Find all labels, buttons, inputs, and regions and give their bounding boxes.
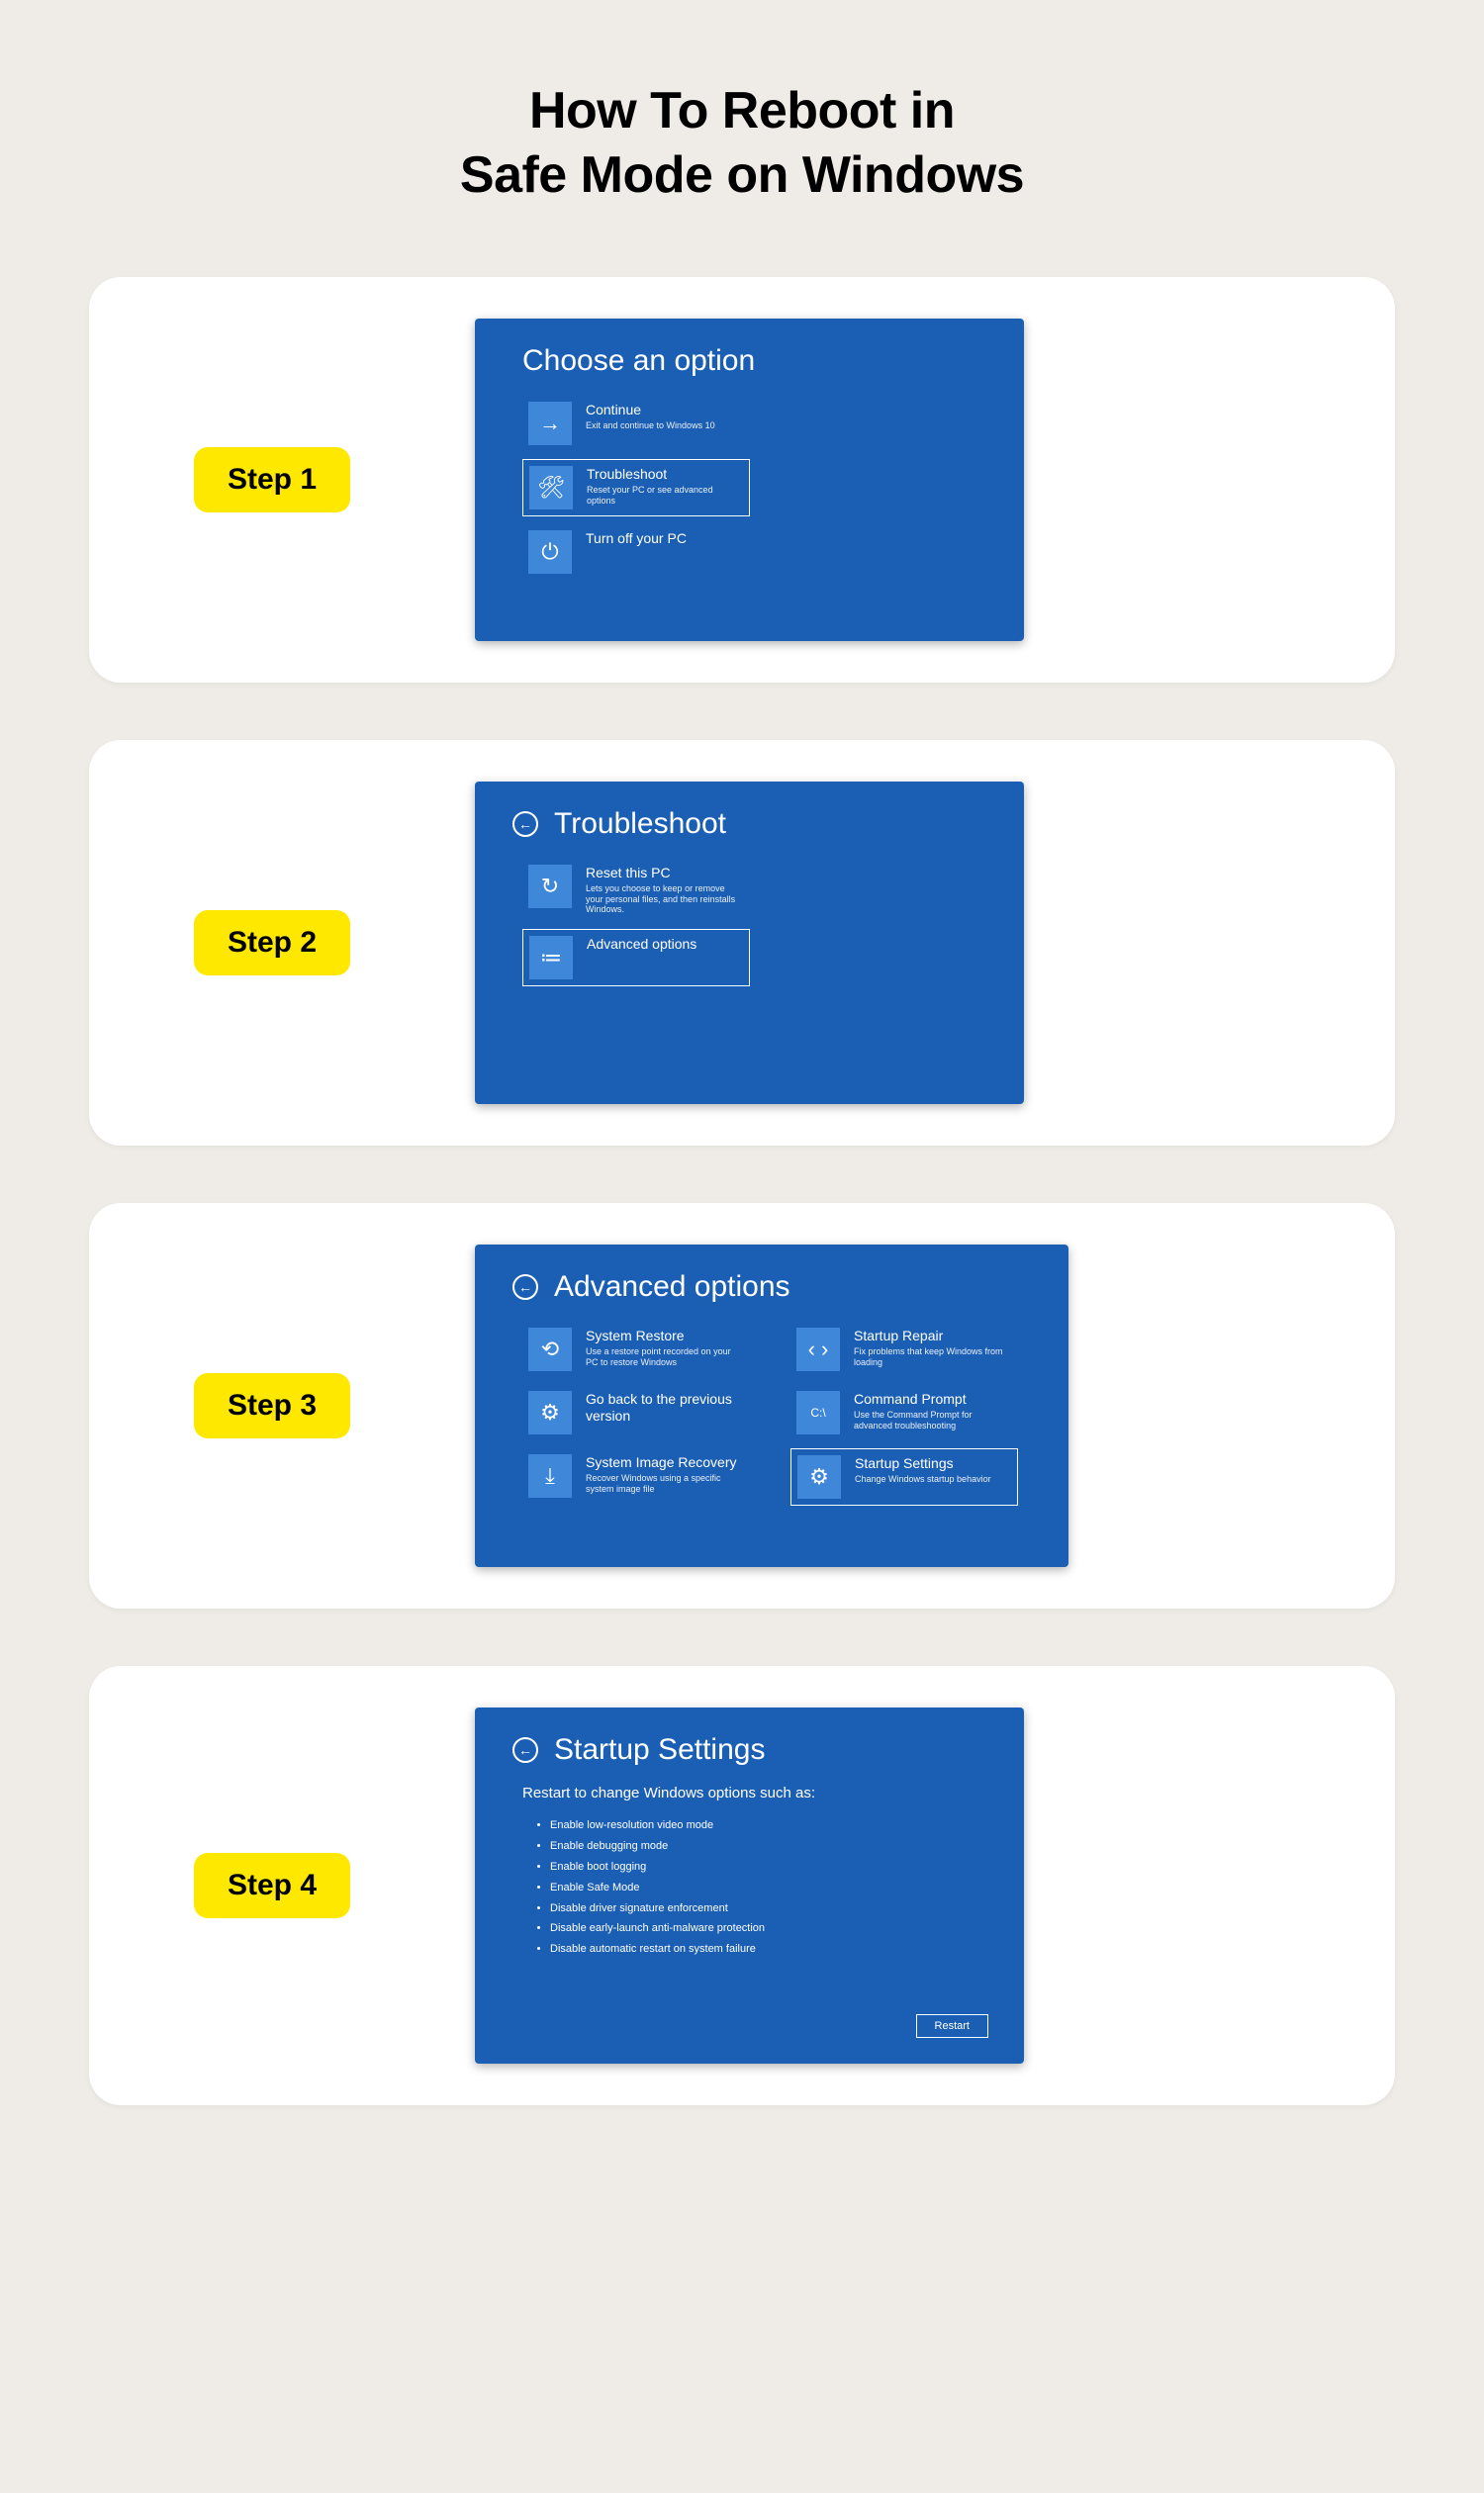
title-line-1: How To Reboot in — [529, 82, 955, 139]
option-reset-pc[interactable]: ↻ Reset this PC Lets you choose to keep … — [522, 859, 750, 921]
list-item: Enable low-resolution video mode — [550, 1815, 988, 1836]
option-system-image[interactable]: ⤓ System Image Recovery Recover Windows … — [522, 1448, 750, 1504]
option-reset-title: Reset this PC — [586, 865, 744, 881]
image-recovery-icon: ⤓ — [528, 1454, 572, 1498]
list-item: Disable automatic restart on system fail… — [550, 1939, 988, 1960]
advanced-options-title: Advanced options — [554, 1270, 790, 1304]
option-troubleshoot[interactable]: 🛠 Troubleshoot Reset your PC or see adva… — [522, 459, 750, 516]
back-icon[interactable]: ← — [512, 811, 538, 837]
choose-option-title: Choose an option — [522, 344, 755, 378]
option-startup-repair-sub: Fix problems that keep Windows from load… — [854, 1346, 1012, 1368]
step-3-badge: Step 3 — [194, 1373, 350, 1438]
option-troubleshoot-sub: Reset your PC or see advanced options — [587, 485, 743, 507]
advanced-options-screen: ← Advanced options ⟲ System Restore Use … — [475, 1245, 1068, 1567]
choose-option-screen: Choose an option → Continue Exit and con… — [475, 319, 1024, 641]
list-item: Enable Safe Mode — [550, 1878, 988, 1898]
option-startup-repair[interactable]: ‹ › Startup Repair Fix problems that kee… — [790, 1322, 1018, 1377]
option-go-back-title: Go back to the previous version — [586, 1391, 744, 1425]
list-item: Disable driver signature enforcement — [550, 1898, 988, 1919]
option-advanced-title: Advanced options — [587, 936, 696, 953]
step-2-badge: Step 2 — [194, 910, 350, 975]
option-reset-sub: Lets you choose to keep or remove your p… — [586, 883, 744, 915]
back-icon[interactable]: ← — [512, 1274, 538, 1300]
option-continue[interactable]: → Continue Exit and continue to Windows … — [522, 396, 750, 451]
tools-icon: 🛠 — [529, 466, 573, 509]
option-continue-title: Continue — [586, 402, 715, 418]
power-icon: ⏻ — [528, 530, 572, 574]
option-turn-off[interactable]: ⏻ Turn off your PC — [522, 524, 750, 580]
gear-icon: ⚙ — [528, 1391, 572, 1434]
option-system-restore[interactable]: ⟲ System Restore Use a restore point rec… — [522, 1322, 750, 1377]
option-system-restore-sub: Use a restore point recorded on your PC … — [586, 1346, 744, 1368]
step-4-badge: Step 4 — [194, 1853, 350, 1918]
refresh-icon: ↻ — [528, 865, 572, 908]
option-command-prompt-sub: Use the Command Prompt for advanced trou… — [854, 1410, 1012, 1431]
code-icon: ‹ › — [796, 1328, 840, 1371]
step-1-badge: Step 1 — [194, 447, 350, 512]
option-continue-sub: Exit and continue to Windows 10 — [586, 420, 715, 431]
option-system-image-sub: Recover Windows using a specific system … — [586, 1473, 744, 1495]
step-2-card: Step 2 ← Troubleshoot ↻ Reset this PC Le… — [89, 740, 1395, 1146]
prompt-icon: C:\ — [796, 1391, 840, 1434]
restore-icon: ⟲ — [528, 1328, 572, 1371]
option-startup-settings-sub: Change Windows startup behavior — [855, 1474, 991, 1485]
startup-settings-title: Startup Settings — [554, 1733, 765, 1767]
troubleshoot-title: Troubleshoot — [554, 807, 726, 841]
startup-options-list: Enable low-resolution video mode Enable … — [522, 1815, 988, 1960]
back-icon[interactable]: ← — [512, 1737, 538, 1763]
option-startup-settings[interactable]: ⚙ Startup Settings Change Windows startu… — [790, 1448, 1018, 1506]
option-turn-off-title: Turn off your PC — [586, 530, 687, 547]
step-1-card: Step 1 Choose an option → Continue Exit … — [89, 277, 1395, 683]
list-item: Disable early-launch anti-malware protec… — [550, 1918, 988, 1939]
startup-settings-screen: ← Startup Settings Restart to change Win… — [475, 1708, 1024, 2064]
option-system-image-title: System Image Recovery — [586, 1454, 744, 1471]
option-troubleshoot-title: Troubleshoot — [587, 466, 743, 483]
option-startup-repair-title: Startup Repair — [854, 1328, 1012, 1344]
option-go-back[interactable]: ⚙ Go back to the previous version — [522, 1385, 750, 1440]
restart-button[interactable]: Restart — [916, 2014, 988, 2038]
title-line-2: Safe Mode on Windows — [460, 146, 1024, 204]
gear-icon: ⚙ — [797, 1455, 841, 1499]
option-system-restore-title: System Restore — [586, 1328, 744, 1344]
page-title: How To Reboot in Safe Mode on Windows — [89, 79, 1395, 208]
list-item: Enable debugging mode — [550, 1836, 988, 1857]
option-startup-settings-title: Startup Settings — [855, 1455, 991, 1472]
arrow-right-icon: → — [528, 402, 572, 445]
troubleshoot-screen: ← Troubleshoot ↻ Reset this PC Lets you … — [475, 782, 1024, 1104]
option-command-prompt-title: Command Prompt — [854, 1391, 1012, 1408]
choose-option-header: Choose an option — [522, 344, 988, 378]
startup-settings-subhead: Restart to change Windows options such a… — [522, 1785, 988, 1801]
list-icon: ≔ — [529, 936, 573, 979]
option-command-prompt[interactable]: C:\ Command Prompt Use the Command Promp… — [790, 1385, 1018, 1440]
list-item: Enable boot logging — [550, 1857, 988, 1878]
option-advanced[interactable]: ≔ Advanced options — [522, 929, 750, 986]
step-3-card: Step 3 ← Advanced options ⟲ System Resto… — [89, 1203, 1395, 1609]
step-4-card: Step 4 ← Startup Settings Restart to cha… — [89, 1666, 1395, 2105]
